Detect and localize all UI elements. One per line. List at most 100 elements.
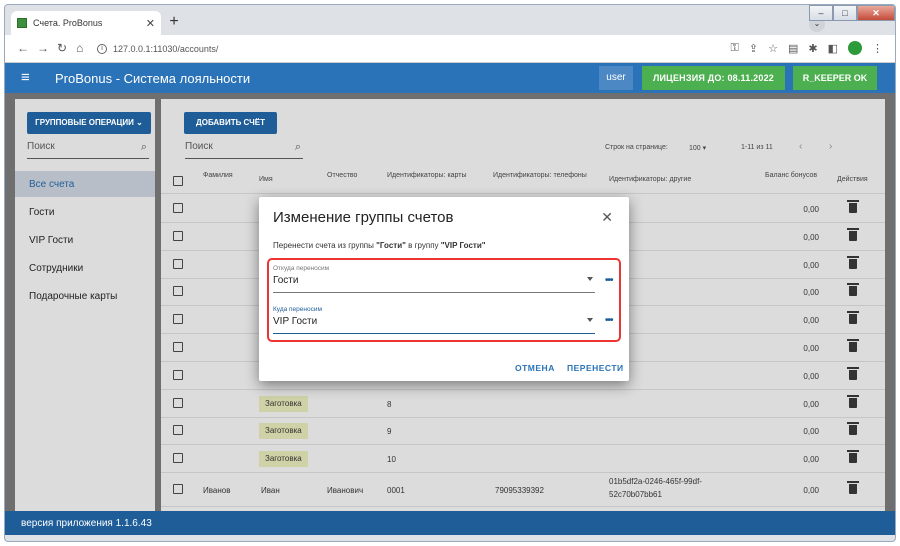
delete-icon[interactable] — [847, 450, 859, 464]
rkeeper-status-button[interactable]: R_KEEPER OK — [793, 66, 877, 90]
sidebar-item-gift-cards[interactable]: Подарочные карты — [15, 283, 155, 309]
row-checkbox[interactable] — [173, 258, 183, 269]
rows-per-page-select[interactable]: 100 ▾ — [689, 144, 706, 152]
tab-close-icon[interactable]: ✕ — [146, 17, 155, 30]
table-row[interactable]: Иванов Иван Иванович 0001 79095339392 01… — [161, 473, 885, 507]
extension-green-icon[interactable] — [848, 41, 862, 55]
sidebar-item-guests[interactable]: Гости — [15, 199, 155, 225]
delete-icon[interactable] — [847, 311, 859, 325]
select-all-checkbox[interactable] — [173, 176, 183, 186]
url-field[interactable]: i 127.0.0.1:11030/accounts/ — [97, 39, 737, 59]
home-icon[interactable]: ⌂ — [76, 41, 83, 55]
dialog-description: Перенести счета из группы "Гости" в груп… — [273, 241, 486, 250]
share-icon[interactable]: ⇪ — [749, 42, 758, 55]
delete-icon[interactable] — [847, 283, 859, 297]
transfer-button[interactable]: ПЕРЕНЕСТИ — [567, 363, 624, 373]
row-checkbox[interactable] — [173, 397, 183, 408]
cell-card: 0001 — [387, 486, 405, 495]
col-cards[interactable]: Идентификаторы: карты — [387, 172, 467, 179]
maximize-icon[interactable]: □ — [833, 5, 857, 21]
browser-menu-icon[interactable]: ⋮ — [872, 42, 883, 55]
col-patronymic[interactable]: Отчество — [327, 172, 357, 179]
add-account-button[interactable]: ДОБАВИТЬ СЧЁТ — [184, 112, 277, 134]
delete-icon[interactable] — [847, 422, 859, 436]
rows-per-page-label: Строк на странице: — [605, 144, 668, 151]
cell-card: 9 — [387, 427, 392, 437]
from-group-select[interactable]: Откуда переносим Гости — [273, 265, 595, 293]
prev-page-icon[interactable]: ‹ — [799, 141, 802, 152]
col-other[interactable]: Идентификаторы: другие — [609, 176, 691, 183]
delete-icon[interactable] — [847, 366, 859, 380]
group-operations-button[interactable]: ГРУППОВЫЕ ОПЕРАЦИИ ⌄ — [27, 112, 151, 134]
cell-balance: 0,00 — [803, 205, 819, 214]
cell-other-line2: 52c70b07bb61 — [609, 490, 662, 499]
new-tab-icon[interactable]: + — [165, 14, 183, 32]
user-button[interactable]: user — [599, 66, 633, 90]
row-checkbox[interactable] — [173, 286, 183, 297]
delete-icon[interactable] — [847, 200, 859, 213]
row-checkbox[interactable] — [173, 230, 183, 241]
browser-tab[interactable]: Счета. ProBonus ✕ — [11, 11, 161, 35]
search-icon: ⌕ — [140, 141, 147, 153]
window-controls: – □ ✕ — [809, 5, 895, 21]
cell-balance: 0,00 — [803, 344, 819, 353]
header-divider — [161, 193, 885, 194]
key-icon[interactable]: ⚿ — [731, 42, 739, 55]
reload-icon[interactable]: ↻ — [57, 41, 67, 55]
sidebar-item-vip-guests[interactable]: VIP Гости — [15, 227, 155, 253]
delete-icon[interactable] — [847, 227, 859, 241]
cancel-button[interactable]: ОТМЕНА — [515, 363, 555, 373]
sidebar-search-input[interactable]: Поиск ⌕ — [27, 141, 149, 159]
to-group-select[interactable]: Куда переносим VIP Гости — [273, 306, 595, 334]
extensions-icon[interactable]: ✱ — [808, 42, 817, 55]
cell-balance: 0,00 — [803, 260, 819, 270]
sidebar-search-placeholder: Поиск — [27, 141, 55, 152]
dialog-text-prefix: Перенести счета из группы — [273, 241, 377, 250]
dialog-title: Изменение группы счетов — [273, 209, 454, 226]
tab-bar: Счета. ProBonus ✕ + ⌄ – □ ✕ — [5, 5, 895, 35]
to-group-more-icon[interactable]: ••• — [605, 315, 613, 326]
accounts-search-input[interactable]: Поиск ⌕ — [185, 141, 303, 159]
window-close-icon[interactable]: ✕ — [857, 5, 895, 21]
col-phones[interactable]: Идентификаторы: телефоны — [493, 172, 587, 179]
row-checkbox[interactable] — [173, 425, 183, 436]
tab-title: Счета. ProBonus — [33, 18, 103, 28]
license-button[interactable]: ЛИЦЕНЗИЯ ДО: 08.11.2022 — [642, 66, 785, 90]
table-row[interactable]: Заготовка 10 0,00 — [161, 445, 885, 474]
next-page-icon[interactable]: › — [829, 141, 832, 152]
delete-icon[interactable] — [847, 394, 859, 408]
dialog-text-mid: в группу — [405, 241, 441, 250]
minimize-icon[interactable]: – — [809, 5, 833, 21]
row-checkbox[interactable] — [173, 203, 183, 213]
sidebar-item-employees[interactable]: Сотрудники — [15, 255, 155, 281]
reading-list-icon[interactable]: ▤ — [788, 42, 798, 55]
forward-icon[interactable]: → — [37, 41, 49, 55]
row-checkbox[interactable] — [173, 453, 183, 464]
menu-icon[interactable]: ≡ — [21, 69, 30, 86]
app-favicon-icon — [17, 18, 27, 28]
cell-card: 10 — [387, 455, 396, 465]
col-last-name[interactable]: Фамилия — [203, 172, 233, 179]
site-info-icon[interactable]: i — [97, 44, 107, 54]
sidebar-item-all[interactable]: Все счета — [15, 171, 155, 197]
table-row[interactable]: Заготовка 8 0,00 — [161, 390, 885, 418]
row-checkbox[interactable] — [173, 369, 183, 380]
cell-balance: 0,00 — [803, 486, 819, 495]
from-group-more-icon[interactable]: ••• — [605, 275, 613, 286]
bookmark-star-icon[interactable]: ☆ — [768, 42, 778, 55]
col-balance[interactable]: Баланс бонусов — [765, 172, 817, 179]
table-row[interactable]: Заготовка 9 0,00 — [161, 417, 885, 446]
delete-icon[interactable] — [847, 255, 859, 269]
col-first-name[interactable]: Имя — [259, 176, 273, 183]
row-checkbox[interactable] — [173, 314, 183, 325]
row-checkbox[interactable] — [173, 342, 183, 352]
cell-balance: 0,00 — [803, 455, 819, 465]
sidebar-toggle-icon[interactable]: ◧ — [828, 42, 838, 55]
back-icon[interactable]: ← — [17, 41, 29, 55]
app-footer: версия приложения 1.1.6.43 — [5, 511, 895, 535]
delete-icon[interactable] — [847, 339, 859, 352]
row-checkbox[interactable] — [173, 484, 183, 494]
chevron-down-icon: ⌄ — [136, 118, 143, 127]
delete-icon[interactable] — [847, 481, 859, 494]
close-icon[interactable]: ✕ — [601, 209, 613, 226]
